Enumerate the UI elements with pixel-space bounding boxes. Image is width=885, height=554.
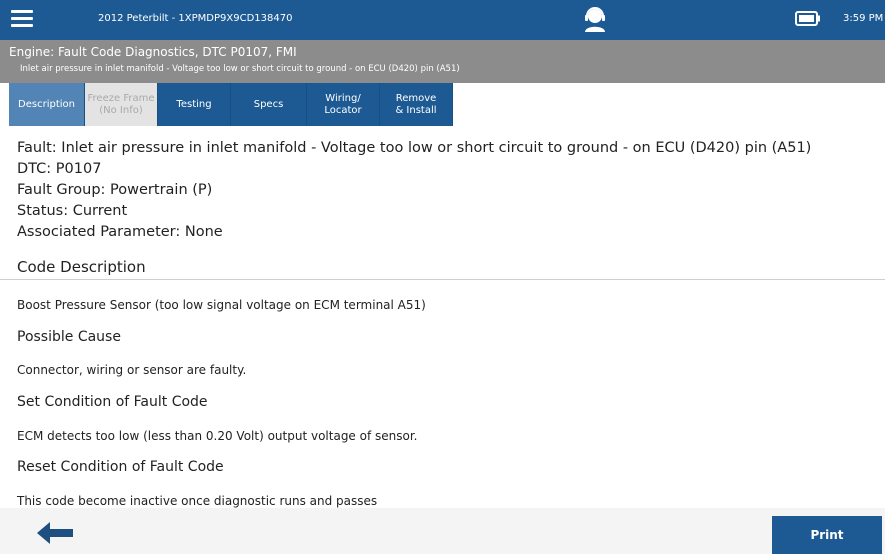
header-title: Engine: Fault Code Diagnostics, DTC P010… [9, 45, 297, 59]
tab-specs[interactable]: Specs [231, 83, 307, 126]
set-condition-heading: Set Condition of Fault Code [17, 394, 208, 410]
associated-parameter-line: Associated Parameter: None [17, 224, 223, 240]
fault-group-line: Fault Group: Powertrain (P) [17, 182, 213, 198]
possible-cause-heading: Possible Cause [17, 329, 121, 345]
reset-condition-heading: Reset Condition of Fault Code [17, 459, 224, 475]
possible-cause-text: Connector, wiring or sensor are faulty. [17, 363, 247, 377]
header-subtitle: Inlet air pressure in inlet manifold - V… [20, 64, 460, 74]
tab-label: Description [18, 98, 75, 110]
description-content[interactable]: Fault: Inlet air pressure in inlet manif… [0, 126, 885, 508]
tab-label: Freeze Frame [87, 92, 155, 104]
reset-condition-text: This code become inactive once diagnosti… [17, 494, 378, 508]
dtc-line: DTC: P0107 [17, 161, 102, 177]
tab-remove-install[interactable]: Remove & Install [380, 83, 453, 126]
tab-label: Remove [395, 92, 437, 104]
divider [0, 279, 885, 280]
tab-description[interactable]: Description [9, 83, 85, 126]
code-description-text: Boost Pressure Sensor (too low signal vo… [17, 298, 426, 312]
code-description-heading: Code Description [17, 258, 146, 276]
tab-freeze-frame[interactable]: Freeze Frame (No Info) [85, 83, 158, 126]
tab-label: Testing [176, 98, 212, 110]
tab-label-sub: Locator [324, 104, 362, 116]
tab-label: Specs [253, 98, 284, 110]
tab-bar: Description Freeze Frame (No Info) Testin… [9, 83, 453, 126]
tab-testing[interactable]: Testing [158, 83, 231, 126]
tab-bar-filler [590, 83, 885, 126]
tab-label: Wiring/ [325, 92, 361, 104]
fault-summary: Fault: Inlet air pressure in inlet manif… [17, 138, 811, 243]
diagnostic-header: Engine: Fault Code Diagnostics, DTC P010… [0, 40, 885, 83]
tab-wiring-locator[interactable]: Wiring/Locator [307, 83, 380, 126]
vehicle-title: 2012 Peterbilt - 1XPMDP9X9CD138470 [98, 13, 293, 24]
tab-label-sub: & Install [395, 104, 437, 116]
battery-icon [795, 11, 820, 26]
status-line: Status: Current [17, 203, 128, 219]
support-agent-icon[interactable] [582, 6, 608, 32]
bottom-bar: Print [0, 508, 885, 554]
clock: 3:59 PM [843, 13, 884, 24]
print-button[interactable]: Print [772, 516, 882, 554]
back-arrow-icon[interactable] [36, 521, 74, 545]
top-bar: 2012 Peterbilt - 1XPMDP9X9CD138470 3:59 … [0, 0, 885, 40]
menu-icon[interactable] [11, 10, 33, 28]
tab-label-sub: (No Info) [99, 104, 143, 116]
fault-line: Fault: Inlet air pressure in inlet manif… [17, 140, 812, 156]
set-condition-text: ECM detects too low (less than 0.20 Volt… [17, 429, 418, 443]
